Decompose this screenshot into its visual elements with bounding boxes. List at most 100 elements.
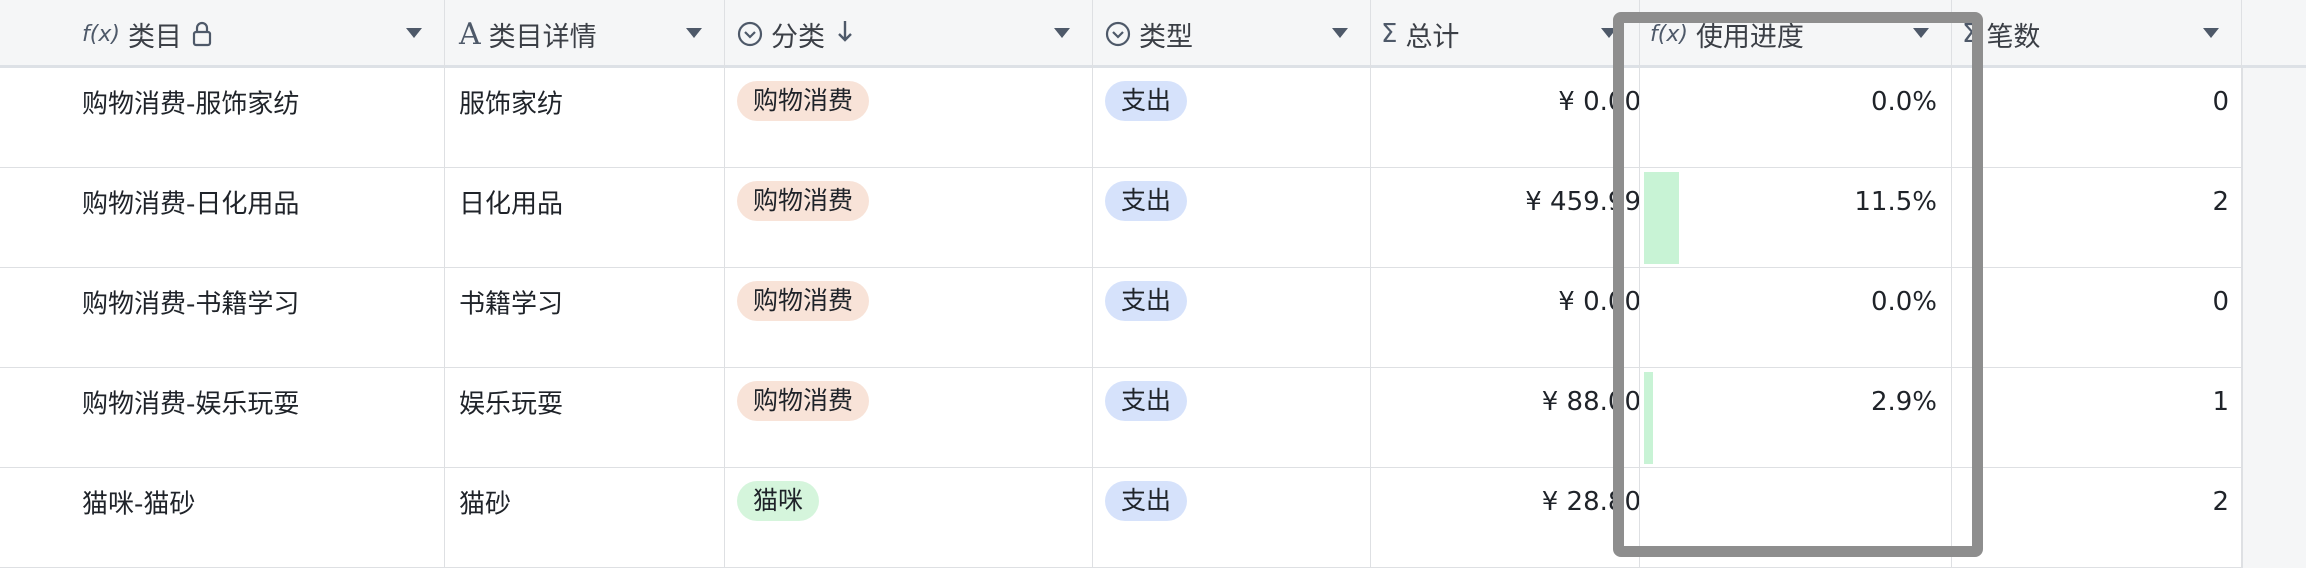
cell-text: 服饰家纺 [459,89,564,120]
cell-type[interactable]: 支出 [1093,268,1371,367]
table-row[interactable]: 猫咪-猫砂 猫砂 猫咪 支出 ¥ 28.80 2 [0,468,2242,568]
cell-text: 购物消费-日化用品 [82,189,300,220]
progress-text: 2.9% [1870,387,1937,417]
table-row[interactable]: 购物消费-服饰家纺 服饰家纺 购物消费 支出 ¥ 0.00 0.0% 0 [0,68,2242,168]
cell-category[interactable]: 猫咪-猫砂 [0,468,445,567]
column-header-label: 总计 [1405,21,1460,53]
cell-category[interactable]: 购物消费-书籍学习 [0,268,445,367]
cell-text: 购物消费-服饰家纺 [82,89,300,120]
cell-detail[interactable]: 猫砂 [445,468,725,567]
cell-amount: ¥ 0.00 [1558,87,1640,117]
sum-icon: Σ [1381,19,1398,49]
table-row[interactable]: 购物消费-娱乐玩耍 娱乐玩耍 购物消费 支出 ¥ 88.00 2.9% 1 [0,368,2242,468]
cell-total[interactable]: ¥ 459.99 [1371,168,1640,267]
single-select-icon [737,21,763,47]
cell-count[interactable]: 0 [1952,268,2242,367]
cell-count-text: 0 [2212,87,2229,117]
chevron-down-icon[interactable] [686,28,702,38]
cell-progress[interactable] [1640,468,1952,567]
cell-count-text: 0 [2212,287,2229,317]
cell-total[interactable]: ¥ 88.00 [1371,368,1640,467]
chevron-down-icon[interactable] [406,28,422,38]
column-header-label: 分类 [771,21,825,53]
category-tag: 购物消费 [737,181,870,221]
lock-icon [192,21,212,47]
cell-type[interactable]: 支出 [1093,168,1371,267]
column-header-progress[interactable]: f(x) 使用进度 [1640,0,1952,68]
cell-text: 购物消费-书籍学习 [82,289,300,320]
column-header-type[interactable]: 类型 [1093,0,1371,68]
cell-amount: ¥ 88.00 [1541,387,1640,417]
column-header-group[interactable]: 分类 [725,0,1093,68]
cell-group[interactable]: 购物消费 [725,368,1093,467]
cell-group[interactable]: 购物消费 [725,168,1093,267]
cell-total[interactable]: ¥ 28.80 [1371,468,1640,567]
cell-group[interactable]: 购物消费 [725,68,1093,167]
chevron-down-icon[interactable] [1601,28,1617,38]
cell-text: 猫砂 [459,489,512,520]
formula-icon: f(x) [82,21,120,47]
column-header-count[interactable]: Σ 笔数 [1952,0,2242,68]
cell-group[interactable]: 猫咪 [725,468,1093,567]
column-header-detail[interactable]: A 类目详情 [445,0,725,68]
grid-gutter [2242,68,2306,568]
cell-category[interactable]: 购物消费-娱乐玩耍 [0,368,445,467]
type-tag: 支出 [1105,81,1188,121]
chevron-down-icon[interactable] [1054,28,1070,38]
cell-progress[interactable]: 11.5% [1640,168,1952,267]
cell-count-text: 2 [2212,187,2229,217]
cell-count[interactable]: 2 [1952,168,2242,267]
cell-count[interactable]: 0 [1952,68,2242,167]
cell-category[interactable]: 购物消费-服饰家纺 [0,68,445,167]
table-row[interactable]: 购物消费-书籍学习 书籍学习 购物消费 支出 ¥ 0.00 0.0% 0 [0,268,2242,368]
cell-text: 购物消费-娱乐玩耍 [82,389,300,420]
progress-text: 0.0% [1870,287,1937,317]
category-tag: 购物消费 [737,281,870,321]
type-tag: 支出 [1105,381,1188,421]
cell-progress[interactable]: 0.0% [1640,68,1952,167]
chevron-down-icon[interactable] [2203,28,2219,38]
progress-text: 11.5% [1854,187,1937,217]
cell-detail[interactable]: 日化用品 [445,168,725,267]
data-grid: f(x) 类目 A 类目详情 分类 类型 Σ 总计 f(x) 使用进度 Σ 笔数… [0,0,2306,568]
cell-category[interactable]: 购物消费-日化用品 [0,168,445,267]
chevron-down-icon[interactable] [1913,28,1929,38]
cell-text: 书籍学习 [459,289,564,320]
column-header-total[interactable]: Σ 总计 [1371,0,1640,68]
cell-type[interactable]: 支出 [1093,468,1371,567]
cell-progress[interactable]: 2.9% [1640,368,1952,467]
cell-text: 猫咪-猫砂 [82,489,196,520]
cell-type[interactable]: 支出 [1093,368,1371,467]
cell-detail[interactable]: 服饰家纺 [445,68,725,167]
cell-count[interactable]: 1 [1952,368,2242,467]
cell-count-text: 1 [2212,387,2229,417]
column-header-label: 类目详情 [488,21,597,53]
progress-bar [1644,172,1679,264]
progress-bar [1644,372,1653,464]
cell-group[interactable]: 购物消费 [725,268,1093,367]
cell-amount: ¥ 0.00 [1558,287,1640,317]
cell-type[interactable]: 支出 [1093,68,1371,167]
cell-progress[interactable]: 0.0% [1640,268,1952,367]
type-tag: 支出 [1105,181,1188,221]
cell-count[interactable]: 2 [1952,468,2242,567]
formula-icon: f(x) [1650,21,1688,47]
category-tag: 购物消费 [737,381,870,421]
column-header-label: 类型 [1139,21,1193,53]
cell-amount: ¥ 28.80 [1541,487,1640,517]
cell-total[interactable]: ¥ 0.00 [1371,268,1640,367]
cell-text: 娱乐玩耍 [459,389,564,420]
category-tag: 猫咪 [737,481,820,521]
cell-total[interactable]: ¥ 0.00 [1371,68,1640,167]
column-header-category[interactable]: f(x) 类目 [0,0,445,68]
column-header-label: 笔数 [1986,21,2041,53]
cell-text: 日化用品 [459,189,564,220]
text-type-icon: A [459,16,481,52]
type-tag: 支出 [1105,281,1188,321]
table-row[interactable]: 购物消费-日化用品 日化用品 购物消费 支出 ¥ 459.99 11.5% 2 [0,168,2242,268]
cell-detail[interactable]: 娱乐玩耍 [445,368,725,467]
cell-detail[interactable]: 书籍学习 [445,268,725,367]
chevron-down-icon[interactable] [1332,28,1348,38]
sort-descending-icon [835,18,855,51]
cell-amount: ¥ 459.99 [1525,187,1640,217]
